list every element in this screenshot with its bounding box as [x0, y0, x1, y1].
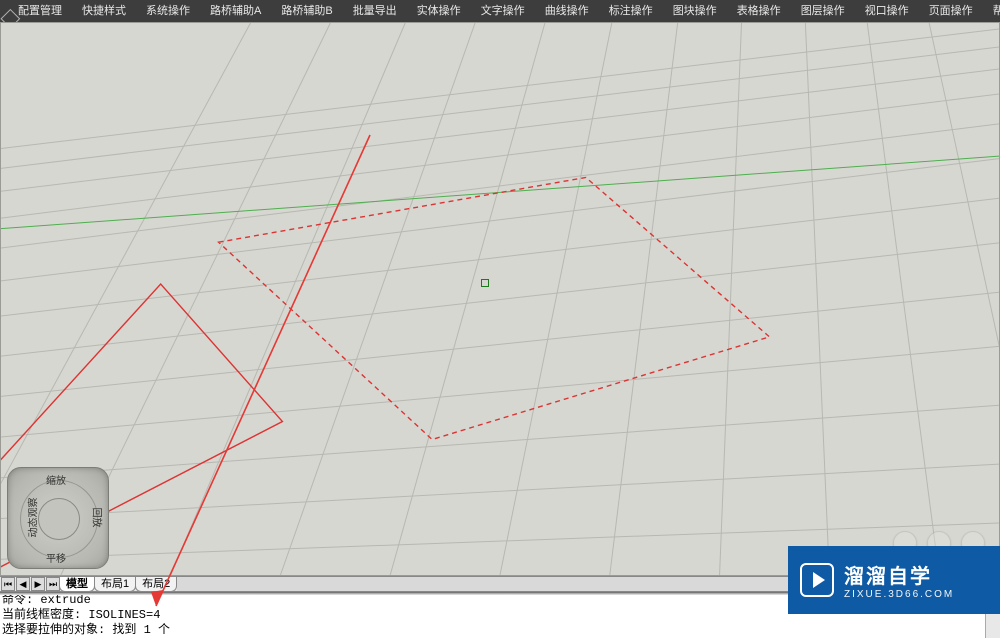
tab-model[interactable]: 模型 — [59, 577, 95, 592]
nav-wheel-hub[interactable] — [38, 498, 80, 540]
menu-item-quickstyle[interactable]: 快捷样式 — [72, 0, 136, 22]
tab-scroll-prev[interactable]: ◀ — [16, 577, 30, 591]
menu-item-curve[interactable]: 曲线操作 — [535, 0, 599, 22]
menu-item-help[interactable]: 帮助系统 — [983, 0, 1000, 22]
tab-scroll-next[interactable]: ▶ — [31, 577, 45, 591]
grid-canvas — [1, 23, 999, 575]
tab-layout1[interactable]: 布局1 — [94, 577, 136, 592]
menu-item-solid[interactable]: 实体操作 — [407, 0, 471, 22]
menu-item-block[interactable]: 图块操作 — [663, 0, 727, 22]
play-icon — [800, 563, 834, 597]
navigation-wheel[interactable]: 缩放 平移 动态观察 回放 — [7, 467, 109, 569]
menu-item-table[interactable]: 表格操作 — [727, 0, 791, 22]
menu-item-layer[interactable]: 图层操作 — [791, 0, 855, 22]
tab-scroll-last[interactable]: ⏭ — [46, 577, 60, 591]
drawing-viewport[interactable]: 缩放 平移 动态观察 回放 — [0, 22, 1000, 576]
watermark-subtitle: ZIXUE.3D66.COM — [844, 589, 954, 600]
menu-item-batchexp[interactable]: 批量导出 — [343, 0, 407, 22]
menu-item-viewport[interactable]: 视口操作 — [855, 0, 919, 22]
menu-item-page[interactable]: 页面操作 — [919, 0, 983, 22]
nav-wheel-pan[interactable]: 平移 — [46, 550, 66, 565]
menu-item-bridge-a[interactable]: 路桥辅助A — [200, 0, 271, 22]
watermark-title: 溜溜自学 — [844, 560, 954, 589]
menu-bar: 配置管理 快捷样式 系统操作 路桥辅助A 路桥辅助B 批量导出 实体操作 文字操… — [0, 0, 1000, 22]
tab-scroll-first[interactable]: ⏮ — [1, 577, 15, 591]
nav-wheel-orbit[interactable]: 动态观察 — [25, 498, 40, 538]
menu-item-system[interactable]: 系统操作 — [136, 0, 200, 22]
pickbox-cursor-icon — [481, 279, 489, 287]
menu-item-dim[interactable]: 标注操作 — [599, 0, 663, 22]
nav-wheel-zoom[interactable]: 缩放 — [46, 472, 66, 487]
nav-wheel-rewind[interactable]: 回放 — [91, 508, 106, 528]
log-line: 选择要拉伸的对象: 找到 1 个 — [2, 623, 998, 638]
menu-item-text[interactable]: 文字操作 — [471, 0, 535, 22]
menu-item-bridge-b[interactable]: 路桥辅助B — [271, 0, 342, 22]
watermark-badge: 溜溜自学 ZIXUE.3D66.COM — [788, 546, 1000, 614]
tab-layout2[interactable]: 布局2 — [135, 577, 177, 592]
